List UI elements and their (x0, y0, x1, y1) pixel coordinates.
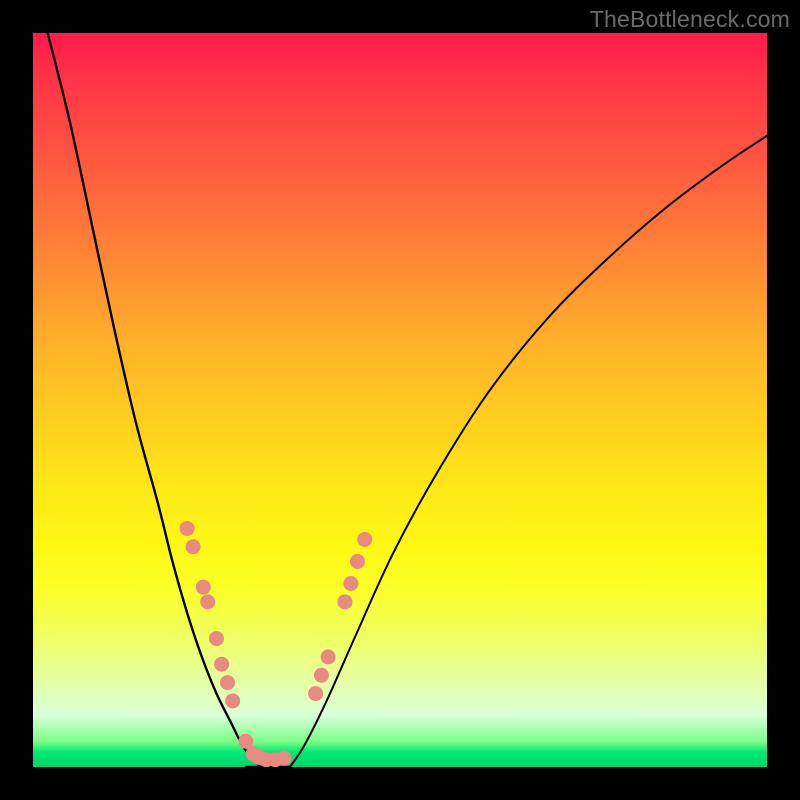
marker-dot (225, 693, 240, 708)
marker-dot (277, 751, 292, 766)
marker-dot (350, 554, 365, 569)
marker-dot (214, 657, 229, 672)
marker-dot (209, 631, 224, 646)
marker-dot (337, 594, 352, 609)
marker-dot (321, 649, 336, 664)
marker-dot (180, 521, 195, 536)
marker-layer (180, 521, 373, 767)
marker-dot (314, 668, 329, 683)
marker-dot (186, 539, 201, 554)
marker-dot (308, 686, 323, 701)
chart-svg (33, 33, 767, 767)
series-right-curve (290, 136, 767, 767)
marker-dot (238, 734, 253, 749)
marker-dot (357, 532, 372, 547)
curve-layer (48, 33, 767, 767)
marker-dot (343, 576, 358, 591)
marker-dot (200, 594, 215, 609)
marker-dot (220, 675, 235, 690)
chart-plot-area (33, 33, 767, 767)
chart-frame: TheBottleneck.com (0, 0, 800, 800)
marker-dot (196, 580, 211, 595)
watermark-text: TheBottleneck.com (590, 6, 790, 33)
series-left-curve (48, 33, 261, 767)
